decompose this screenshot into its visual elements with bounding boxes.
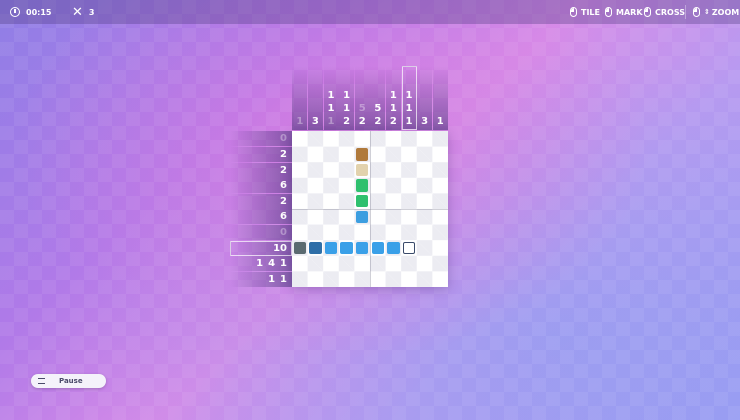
filled-tile[interactable] — [340, 241, 353, 255]
timer: 00:15 — [10, 0, 51, 24]
filled-tile[interactable] — [355, 194, 369, 208]
control-zoom: ⇕ ZOOM — [693, 0, 739, 24]
row-clue-number: 1 4 1 — [256, 258, 287, 270]
column-clue-number: 1 — [343, 103, 351, 114]
filled-tile[interactable] — [355, 241, 369, 255]
row-clue-number: 10 — [273, 242, 287, 254]
column-clue-number: 2 — [389, 116, 397, 127]
top-bar: 00:15 ✕ 3 TILE MARK CROSS ⇕ ZOOM — [0, 0, 740, 24]
control-tile: TILE — [570, 0, 600, 24]
control-label: ZOOM — [711, 7, 740, 17]
column-clue-number: 1 — [405, 90, 413, 101]
row-clue-number: 6 — [280, 180, 287, 192]
column-clue-number: 1 — [389, 90, 397, 101]
column-clue-number: 1 — [343, 90, 351, 101]
control-label: MARK — [616, 7, 643, 17]
mouse-right-icon — [605, 7, 612, 17]
mistakes-value: 3 — [88, 7, 95, 17]
filled-tile[interactable] — [309, 241, 322, 255]
row-clue-number: 2 — [280, 195, 287, 207]
filled-tile[interactable] — [324, 241, 338, 255]
row-clue-number: 0 — [280, 133, 287, 145]
row-clue-number: 6 — [280, 211, 287, 223]
control-mark: MARK — [605, 0, 643, 24]
column-clue-number: 2 — [374, 116, 382, 127]
control-cross: CROSS — [644, 0, 685, 24]
column-clue-number: 3 — [311, 116, 319, 127]
column-clue-number: 1 — [327, 90, 335, 101]
filled-tile[interactable] — [371, 241, 385, 255]
mouse-scroll-icon — [693, 7, 700, 17]
timer-value: 00:15 — [26, 7, 52, 17]
mouse-left-icon — [570, 7, 577, 17]
filled-tile[interactable] — [293, 241, 307, 255]
column-clue-number: 1 — [389, 103, 397, 114]
timer-icon — [10, 7, 20, 17]
column-clue-number: 3 — [421, 116, 429, 127]
filled-tile[interactable] — [355, 148, 369, 161]
column-clue-number: 1 — [296, 116, 304, 127]
row-clue-number: 2 — [280, 148, 287, 160]
column-clue-number: 5 — [374, 103, 382, 114]
column-clue-number: 1 — [327, 103, 335, 114]
control-label: CROSS — [655, 7, 685, 17]
column-clue-number: 1 — [327, 116, 335, 127]
board-divider — [292, 209, 448, 210]
filled-tile[interactable] — [355, 179, 369, 192]
updown-icon: ⇕ — [704, 8, 710, 16]
control-label: TILE — [581, 7, 600, 17]
column-clue-number: 1 — [405, 116, 413, 127]
column-clue-number: 1 — [436, 116, 444, 127]
column-clue-number: 1 — [405, 103, 413, 114]
row-clue-number: 0 — [280, 226, 287, 238]
filled-tile[interactable] — [355, 210, 369, 224]
filled-tile[interactable] — [387, 241, 400, 255]
column-clue-number: 5 — [358, 103, 366, 114]
cell-cursor[interactable] — [403, 242, 415, 254]
column-clue-number: 2 — [343, 116, 351, 127]
row-clue-number: 1 1 — [268, 273, 287, 285]
mistakes-counter: ✕ 3 — [72, 0, 94, 24]
cross-icon: ✕ — [72, 4, 83, 20]
column-clue-number: 2 — [358, 116, 366, 127]
filled-tile[interactable] — [355, 163, 369, 177]
pause-button[interactable]: Pause — [31, 374, 106, 388]
menu-icon — [38, 378, 45, 384]
row-clue-number: 2 — [280, 164, 287, 176]
mouse-middle-icon — [644, 7, 651, 17]
pause-label: Pause — [59, 377, 83, 385]
divider — [685, 5, 686, 19]
